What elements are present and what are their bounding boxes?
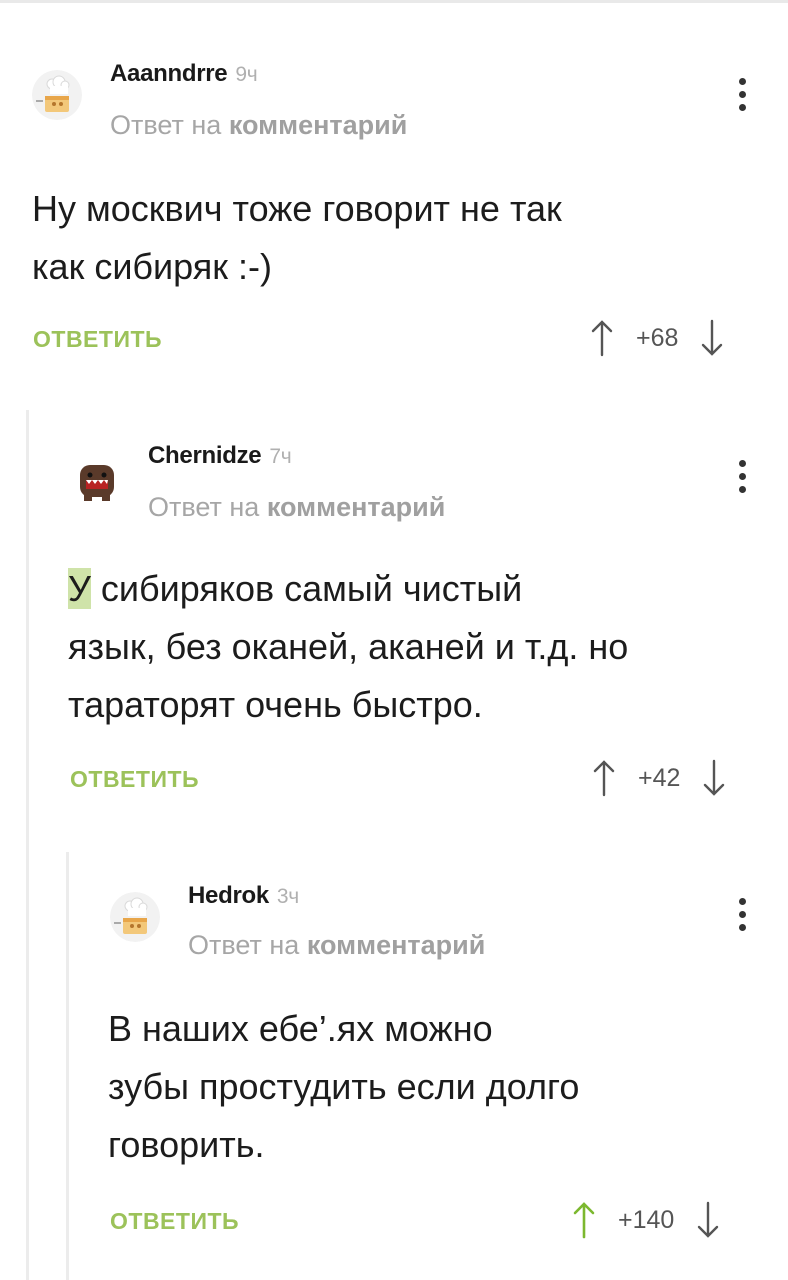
reply-to-link[interactable]: комментарий [307,930,486,960]
reply-to-prefix: Ответ на [188,930,300,960]
vote-controls: +140 [572,1200,720,1240]
comment-time: 3ч [276,885,299,908]
author-name[interactable]: Hedrok 3ч [188,882,299,910]
comment-body-line: говорить. [108,1124,265,1165]
comment-body-line: зубы простудить если долго [108,1066,580,1107]
arrow-up-icon[interactable] [572,1201,596,1239]
vote-score: +140 [618,1205,675,1234]
comment-body: В наших ебе’.ях можно зубы простудить ес… [108,1000,579,1174]
arrow-down-icon[interactable] [696,1201,720,1239]
comment-body-line: В наших ебе’.ях можно [108,1008,493,1049]
comment: Hedrok 3ч Ответ на комментарий В наших еб… [0,0,788,1280]
more-vertical-icon[interactable] [732,898,752,938]
reply-to: Ответ на комментарий [188,930,485,961]
author-name-text: Hedrok [188,882,269,909]
reply-button[interactable]: ОТВЕТИТЬ [110,1208,239,1235]
chef-hat-avatar-icon [110,892,160,942]
avatar[interactable] [110,892,160,942]
